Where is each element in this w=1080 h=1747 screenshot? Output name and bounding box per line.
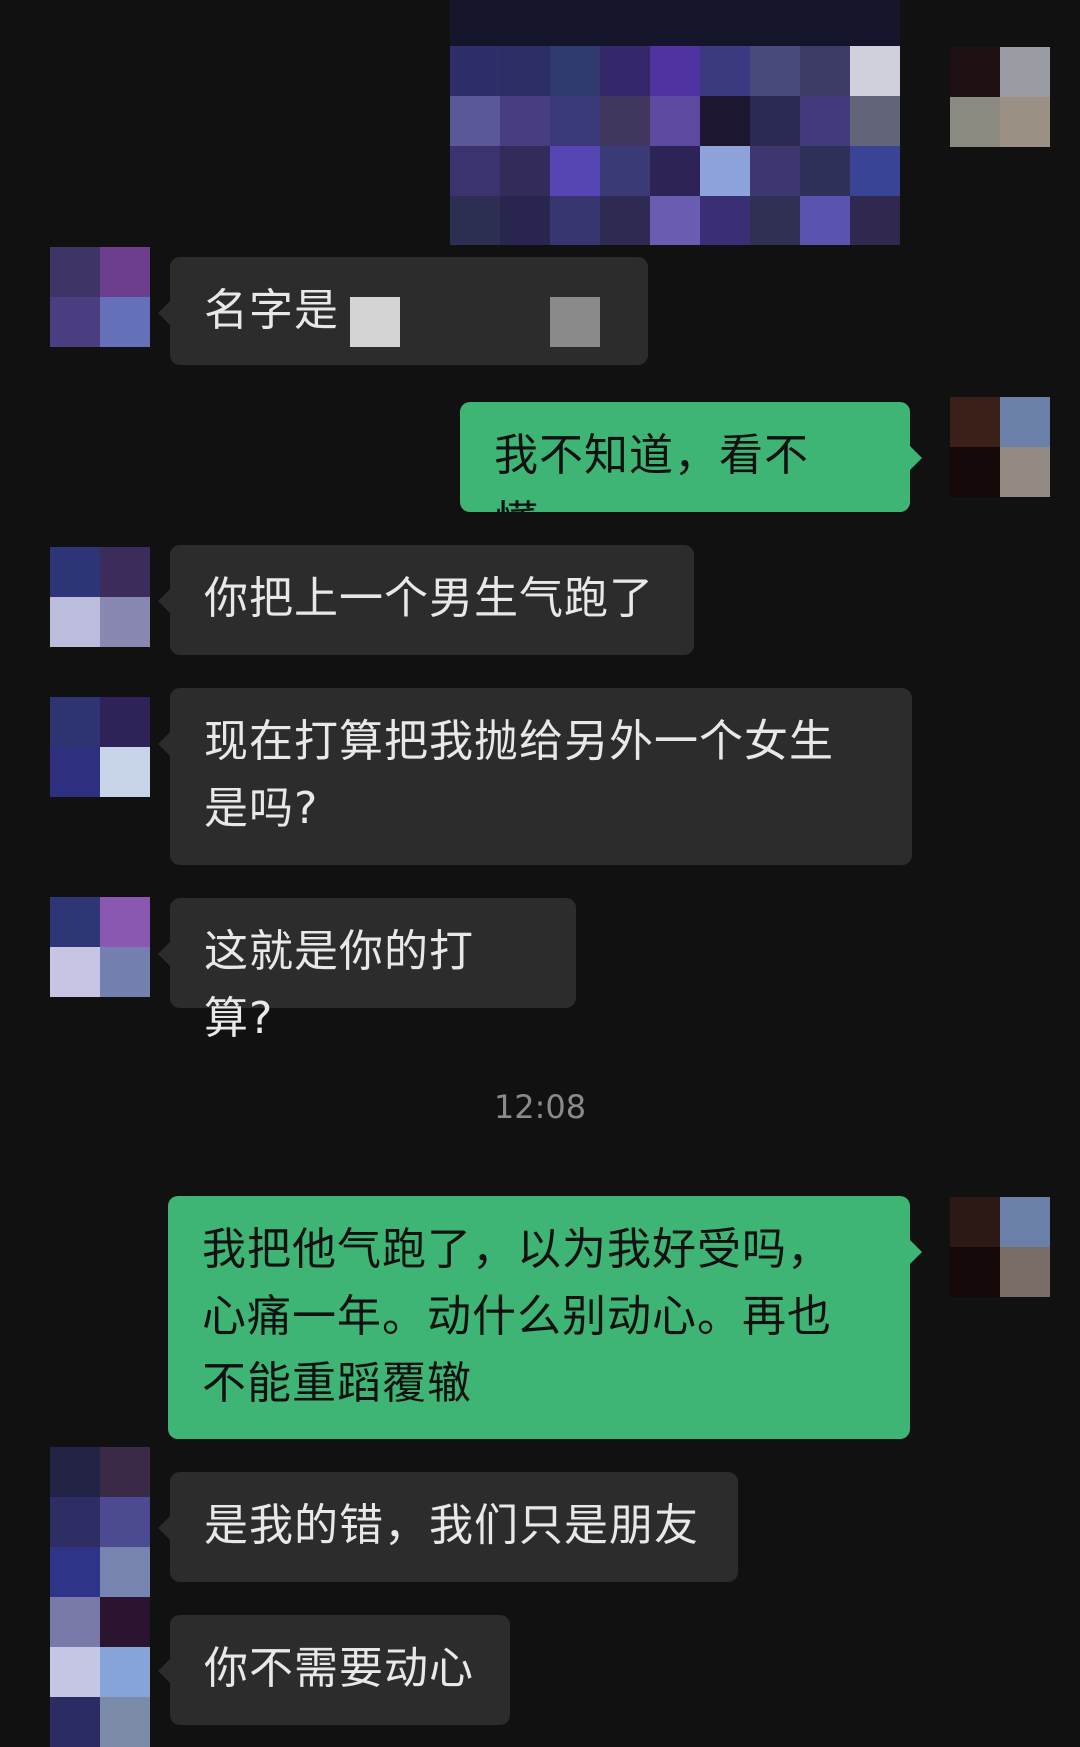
self-avatar[interactable] (950, 47, 1050, 147)
contact-avatar[interactable] (50, 697, 150, 797)
message-bubble[interactable]: 你把上一个男生气跑了 (158, 545, 694, 655)
message-text: 你把上一个男生气跑了 (204, 573, 654, 624)
message-bubble[interactable]: 是我的错，我们只是朋友 (158, 1472, 738, 1582)
message-text: 是我的错，我们只是朋友 (204, 1500, 699, 1551)
message-text: 这就是你的打算? (204, 926, 474, 1044)
message-bubble[interactable]: 我把他气跑了，以为我好受吗，心痛一年。动什么别动心。再也不能重蹈覆辙 (168, 1196, 922, 1439)
message-bubble[interactable]: 我不知道，看不懂。 (460, 402, 922, 548)
contact-avatar[interactable] (50, 1447, 150, 1747)
message-text: 名字是 (204, 285, 339, 336)
message-text: 你不需要动心 (204, 1643, 474, 1694)
message-text: 我把他气跑了，以为我好受吗，心痛一年。动什么别动心。再也不能重蹈覆辙 (202, 1224, 832, 1409)
redaction-block (550, 297, 600, 347)
contact-avatar[interactable] (50, 897, 150, 997)
contact-avatar[interactable] (50, 247, 150, 347)
message-bubble[interactable]: 名字是 (158, 257, 648, 365)
contact-avatar[interactable] (50, 547, 150, 647)
message-bubble[interactable]: 你不需要动心 (158, 1615, 510, 1725)
message-bubble[interactable]: 现在打算把我抛给另外一个女生是吗? (158, 688, 912, 865)
message-text: 我不知道，看不懂。 (494, 430, 809, 548)
redaction-block (350, 297, 400, 347)
message-text: 现在打算把我抛给另外一个女生是吗? (204, 716, 834, 834)
message-bubble[interactable]: 这就是你的打算? (158, 898, 576, 1044)
timestamp: 12:08 (493, 1088, 587, 1126)
self-avatar[interactable] (950, 397, 1050, 497)
self-avatar[interactable] (950, 1197, 1050, 1297)
pixelated-image-message[interactable] (450, 0, 900, 245)
